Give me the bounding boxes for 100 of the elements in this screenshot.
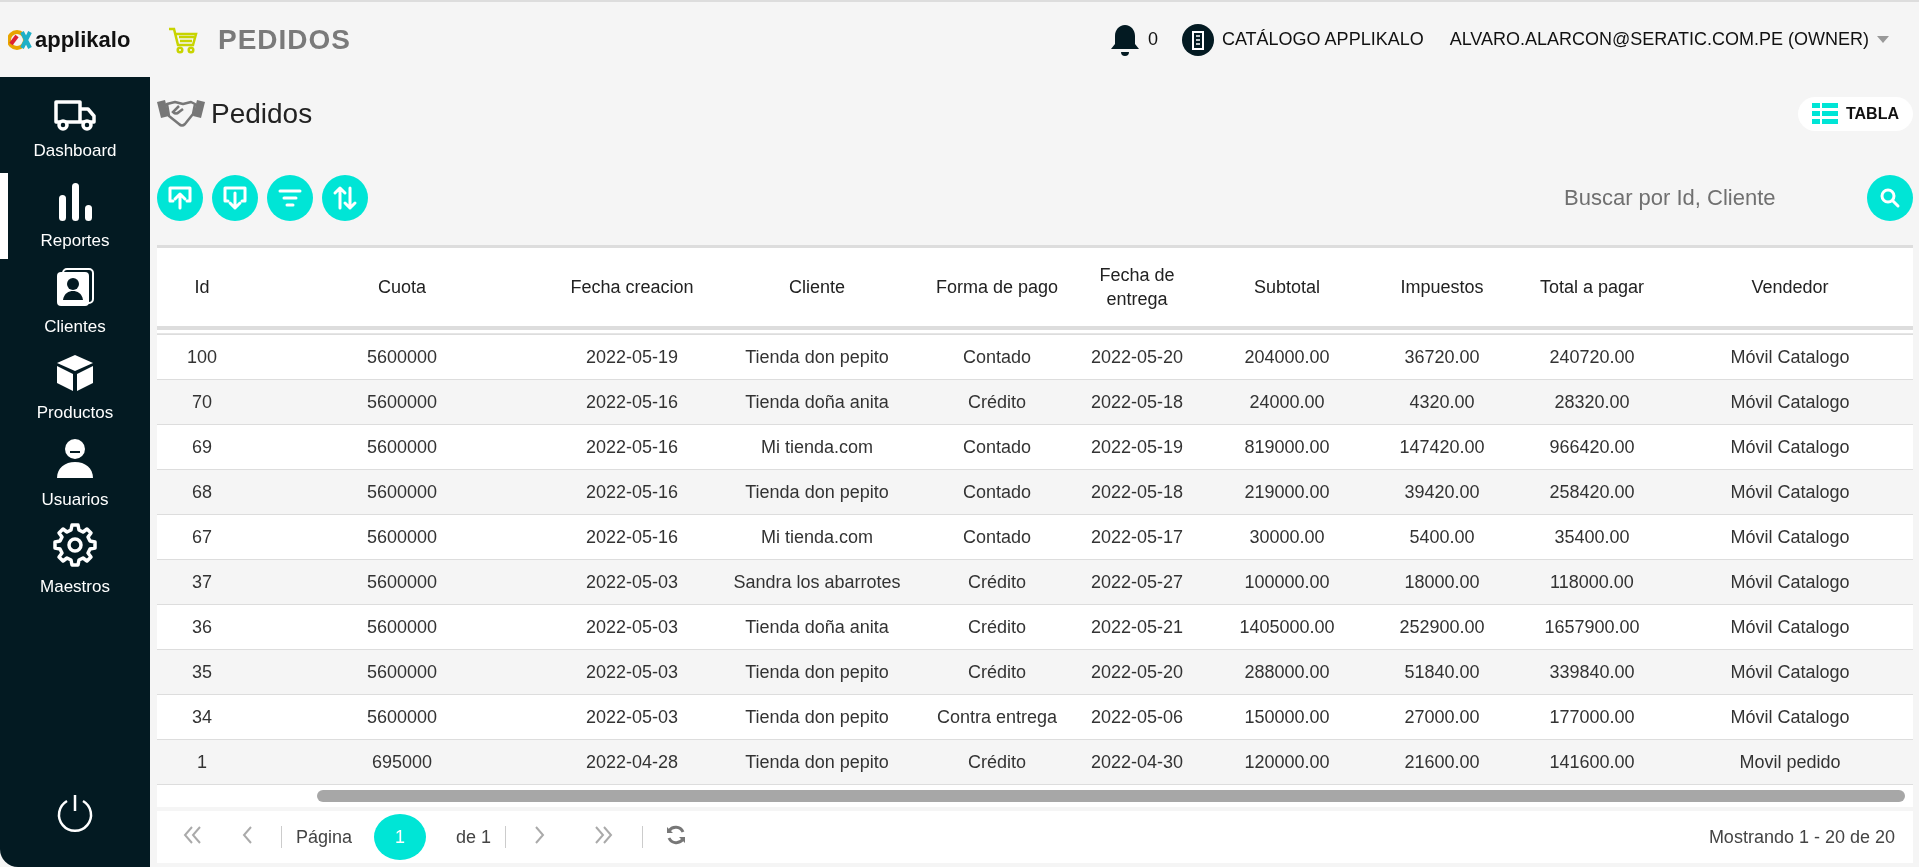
table-cell-text: Tienda doña anita [744, 391, 890, 413]
table-view-button[interactable]: TABLA [1797, 97, 1913, 131]
table-cell-text: 2022-04-30 [1089, 751, 1185, 773]
table-cell-text: 219000.00 [1243, 481, 1331, 503]
table-cell-text: 1405000.00 [1238, 616, 1336, 638]
table-cell-text: 39420.00 [1403, 481, 1481, 503]
table-cell-text: 2022-05-17 [1089, 526, 1185, 548]
cart-icon [168, 25, 198, 54]
horizontal-scrollbar[interactable] [317, 790, 1905, 802]
table-cell-text: 204000.00 [1243, 346, 1331, 368]
table-cell-text: Crédito [967, 571, 1027, 593]
column-header[interactable]: Forma de pago [927, 274, 1067, 300]
table-cell-text: 2022-05-20 [1089, 661, 1185, 683]
column-header[interactable]: Fecha creacion [557, 274, 707, 300]
table-cell-text: 5400.00 [1408, 526, 1476, 548]
filter-icon[interactable] [267, 175, 313, 221]
table-cell-text: 2022-05-18 [1089, 481, 1185, 503]
table-cell-text: Contra entrega [935, 706, 1059, 728]
column-header[interactable]: Subtotal [1207, 274, 1367, 300]
power-icon[interactable] [55, 793, 95, 833]
table-cell-text: 28320.00 [1553, 391, 1631, 413]
box-icon [55, 353, 95, 393]
table-cell-text: Tienda doña anita [744, 616, 890, 638]
table-cell-text: Contado [961, 526, 1033, 548]
table-cell-text: 2022-05-06 [1089, 706, 1185, 728]
table-cell-text: Móvil Catalogo [1729, 706, 1851, 728]
table-cell-text: 5600000 [365, 391, 439, 413]
table-cell-text: 120000.00 [1243, 751, 1331, 773]
page-total: de 1 [456, 826, 492, 848]
column-header[interactable]: Impuestos [1367, 274, 1517, 300]
settings-icon [53, 523, 97, 567]
table-cell-text: 36720.00 [1403, 346, 1481, 368]
download-icon[interactable] [212, 175, 258, 221]
table-cell-text: 2022-05-16 [584, 391, 680, 413]
column-header[interactable]: Total a pagar [1517, 274, 1667, 300]
table-cell-text: 5600000 [365, 481, 439, 503]
search-icon[interactable] [1867, 175, 1913, 221]
sidebar-item[interactable]: Productos [0, 345, 150, 431]
table-cell-text: 240720.00 [1548, 346, 1636, 368]
sidebar-item[interactable]: Reportes [0, 173, 150, 259]
column-header[interactable]: Cliente [707, 274, 927, 300]
table-cell-text: 2022-05-03 [584, 571, 680, 593]
table-cell-text: 2022-05-16 [584, 526, 680, 548]
sidebar-item[interactable]: Dashboard [0, 87, 150, 173]
sidebar-item[interactable]: Usuarios [0, 431, 150, 517]
table-cell-text: 5600000 [365, 436, 439, 458]
table-cell-text: Crédito [967, 391, 1027, 413]
upload-icon[interactable] [157, 175, 203, 221]
table-cell-text: Móvil Catalogo [1729, 571, 1851, 593]
table-cell-text: 5600000 [365, 661, 439, 683]
table-icon [1811, 103, 1838, 125]
table-cell-text: 288000.00 [1243, 661, 1331, 683]
table-cell-text: Tienda don pepito [744, 481, 890, 503]
table-cell-text: Contado [961, 436, 1033, 458]
table-cell-text: 2022-05-16 [584, 481, 680, 503]
table-cell-text: Movil pedido [1738, 751, 1842, 773]
column-header[interactable]: Id [157, 274, 247, 300]
caret-icon[interactable] [1877, 35, 1889, 44]
table-cell-text: Mi tienda.com [759, 436, 874, 458]
table-cell-text: Sandra los abarrotes [732, 571, 902, 593]
table-cell-text: 36 [191, 616, 213, 638]
column-header[interactable]: Cuota [247, 274, 557, 300]
table-cell-text: 5600000 [365, 706, 439, 728]
truck-icon [54, 99, 96, 131]
company-name[interactable]: CATÁLOGO APPLIKALO [1221, 29, 1424, 50]
table-cell-text: 100000.00 [1243, 571, 1331, 593]
table-cell-text: Móvil Catalogo [1729, 526, 1851, 548]
table-cell-text: 35400.00 [1553, 526, 1631, 548]
table-cell-text: 819000.00 [1243, 436, 1331, 458]
table-cell-text: Tienda don pepito [744, 346, 890, 368]
table-cell-text: Mi tienda.com [759, 526, 874, 548]
table-cell-text: Tienda don pepito [744, 661, 890, 683]
table-cell-text: 1657900.00 [1543, 616, 1641, 638]
sidebar-item[interactable]: Maestros [0, 517, 150, 603]
bell-icon[interactable] [1109, 22, 1140, 57]
table-cell-text: 252900.00 [1398, 616, 1486, 638]
table-cell-text: 2022-05-19 [584, 346, 680, 368]
table-cell-text: 4320.00 [1408, 391, 1476, 413]
table-cell-text: 2022-04-28 [584, 751, 680, 773]
table-cell-text: Crédito [967, 751, 1027, 773]
table-cell-text: 150000.00 [1243, 706, 1331, 728]
handshake-icon [157, 98, 205, 130]
sort-icon[interactable] [322, 175, 368, 221]
column-header[interactable]: Fecha de entrega [1067, 262, 1207, 312]
table-cell-text: 35 [191, 661, 213, 683]
table-cell-text: 118000.00 [1549, 571, 1635, 593]
table-cell-text: 30000.00 [1248, 526, 1326, 548]
user-menu[interactable]: ALVARO.ALARCON@SERATIC.COM.PE (OWNER) [1449, 29, 1869, 50]
table-cell-text: Contado [961, 346, 1033, 368]
table-cell-text: 1 [196, 751, 208, 773]
table-cell-text: 5600000 [365, 526, 439, 548]
table-cell-text: 695000 [370, 751, 434, 773]
logo-text: applikalo [35, 26, 131, 53]
table-cell-text: 18000.00 [1403, 571, 1481, 593]
search-field[interactable]: Buscar por Id, Cliente [1562, 184, 1826, 212]
notification-count: 0 [1147, 29, 1158, 50]
building-icon [1181, 23, 1214, 56]
column-header[interactable]: Vendedor [1667, 274, 1913, 300]
sidebar-item[interactable]: Clientes [0, 259, 150, 345]
table-cell-text: 70 [191, 391, 213, 413]
